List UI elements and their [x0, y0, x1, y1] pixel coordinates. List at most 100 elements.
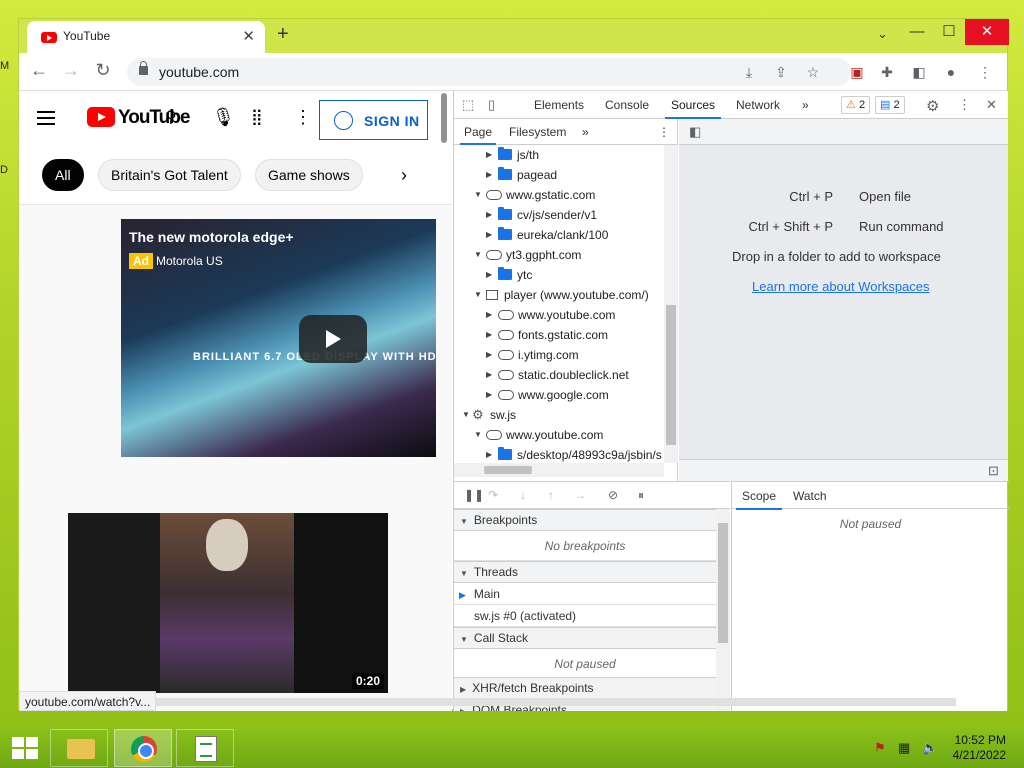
taskbar-file-explorer[interactable] [50, 729, 108, 767]
youtube-logo-icon[interactable] [87, 107, 115, 127]
chevron-right-icon[interactable]: › [401, 165, 407, 186]
minimize-button[interactable]: — [901, 19, 933, 45]
tree-item[interactable]: ▼ www.youtube.com [474, 425, 603, 445]
reload-icon[interactable]: ↻ [91, 60, 115, 81]
tree-item[interactable]: ▶ fonts.gstatic.com [486, 325, 608, 345]
collapsed-arrow-icon[interactable]: ▶ [486, 385, 496, 405]
step-icon[interactable]: → [574, 488, 586, 502]
system-clock[interactable]: 10:52 PM 4/21/2022 [953, 733, 1006, 763]
flag-icon[interactable]: ⚑ [874, 740, 886, 756]
tree-horizontal-scrollbar[interactable] [454, 463, 664, 477]
share-icon[interactable]: ⇪ [771, 62, 791, 82]
side-panel-icon[interactable]: ◧ [909, 62, 929, 82]
hamburger-menu-icon[interactable] [37, 111, 55, 113]
inspect-element-icon[interactable]: ⬚ [462, 97, 474, 113]
microphone-icon[interactable]: 🎙 [212, 107, 235, 128]
breakpoints-header[interactable]: ▼ Breakpoints [454, 509, 716, 531]
tree-item[interactable]: ▶ i.ytimg.com [486, 345, 579, 365]
chrome-menu-icon[interactable]: ⋮ [975, 62, 995, 82]
tree-item[interactable]: ▶ ytc [486, 265, 532, 285]
step-out-icon[interactable]: ↑ [548, 488, 554, 502]
tab-page[interactable]: Page [459, 125, 497, 145]
collapsed-arrow-icon[interactable]: ▶ [486, 265, 496, 285]
ad-video-thumbnail[interactable]: The new motorola edge+ Ad Motorola US BR… [121, 219, 436, 457]
tree-item[interactable]: ▶ www.youtube.com [486, 305, 615, 325]
maximize-button[interactable]: ☐ [933, 19, 965, 45]
tree-item[interactable]: ▶ js/th [486, 145, 539, 165]
chip-game-shows[interactable]: Game shows [255, 159, 363, 191]
close-devtools-icon[interactable]: ✕ [986, 97, 997, 113]
back-icon[interactable]: ← [27, 60, 51, 81]
close-window-button[interactable]: ✕ [965, 19, 1009, 45]
collapsed-arrow-icon[interactable]: ▶ [486, 325, 496, 345]
settings-more-icon[interactable]: ⋮ [294, 107, 312, 128]
video-thumbnail[interactable]: 0:20 [68, 513, 388, 693]
expanded-arrow-icon[interactable]: ▼ [474, 425, 484, 445]
tab-network[interactable]: Network [736, 98, 780, 112]
tree-item[interactable]: ▼ ⚙ sw.js [462, 405, 516, 425]
deactivate-breakpoints-icon[interactable]: ⊘ [608, 488, 618, 502]
threads-header[interactable]: ▼ Threads [454, 561, 716, 583]
toggle-navigator-icon[interactable]: ◧ [689, 124, 701, 140]
window-horizontal-scrollbar[interactable] [156, 698, 956, 706]
scrollbar-thumb[interactable] [718, 523, 728, 643]
tree-item[interactable]: ▼ www.gstatic.com [474, 185, 595, 205]
call-stack-header[interactable]: ▼ Call Stack [454, 627, 716, 649]
collapsed-arrow-icon[interactable]: ▶ [486, 205, 496, 225]
navigator-more-icon[interactable]: » [582, 125, 589, 139]
extension-icon[interactable]: ▣ [847, 62, 867, 82]
expanded-arrow-icon[interactable]: ▼ [474, 285, 484, 305]
tree-item[interactable]: ▼ player (www.youtube.com/) [474, 285, 649, 305]
settings-gear-icon[interactable]: ⚙ [926, 97, 939, 115]
expanded-arrow-icon[interactable]: ▼ [462, 405, 472, 425]
expanded-arrow-icon[interactable]: ▼ [474, 185, 484, 205]
collapsed-arrow-icon[interactable]: ▶ [486, 365, 496, 385]
youtube-logo-text[interactable]: YouTube [118, 107, 190, 129]
tab-search-icon[interactable]: ⌄ [877, 26, 888, 42]
scrollbar-thumb[interactable] [666, 305, 676, 445]
tree-item[interactable]: ▶ cv/js/sender/v1 [486, 205, 597, 225]
collapsed-arrow-icon[interactable]: ▶ [486, 225, 496, 245]
new-tab-button[interactable]: + [277, 23, 289, 46]
tab-console[interactable]: Console [605, 98, 649, 112]
tree-vertical-scrollbar[interactable] [664, 145, 678, 463]
tree-item[interactable]: ▶ static.doubleclick.net [486, 365, 629, 385]
tab-sources[interactable]: Sources [664, 98, 722, 119]
learn-more-workspaces-link[interactable]: Learn more about Workspaces [752, 279, 930, 294]
chip-all[interactable]: All [42, 159, 84, 191]
network-icon[interactable]: ▦ [898, 740, 910, 756]
step-into-icon[interactable]: ↓ [520, 488, 526, 502]
tab-youtube[interactable]: YouTube ✕ [27, 21, 265, 53]
thread-sw[interactable]: sw.js #0 (activated) [454, 605, 716, 627]
collapsed-arrow-icon[interactable]: ▶ [486, 165, 496, 185]
forward-icon[interactable]: → [59, 60, 83, 81]
windows-start-icon[interactable] [12, 737, 38, 759]
apps-grid-icon[interactable]: ⣿ [251, 107, 263, 127]
step-over-icon[interactable]: ↷ [488, 488, 498, 502]
xhr-breakpoints-header[interactable]: ▶ XHR/fetch Breakpoints [454, 677, 716, 699]
collapsed-arrow-icon[interactable]: ▶ [486, 305, 496, 325]
pause-on-exceptions-icon[interactable]: ⏸ [638, 488, 644, 503]
tree-item[interactable]: ▶ www.google.com [486, 385, 609, 405]
tab-scope[interactable]: Scope [735, 489, 783, 510]
sidebar-scrollbar[interactable] [716, 509, 730, 711]
chip-britains-got-talent[interactable]: Britain's Got Talent [98, 159, 241, 191]
navigator-menu-icon[interactable]: ⋮ [658, 125, 670, 139]
messages-badge[interactable]: ▤ 2 [875, 96, 905, 114]
tab-elements[interactable]: Elements [534, 98, 584, 112]
play-icon[interactable] [299, 315, 367, 363]
warnings-badge[interactable]: ⚠ 2 [841, 96, 871, 114]
tab-watch[interactable]: Watch [793, 489, 827, 503]
search-icon[interactable]: ⚲ [165, 107, 177, 127]
tree-item[interactable]: ▶ eureka/clank/100 [486, 225, 608, 245]
address-bar[interactable]: youtube.com ⤓ ⇪ ☆ [127, 58, 851, 86]
install-icon[interactable]: ⤓ [739, 62, 759, 82]
scrollbar-thumb[interactable] [484, 466, 532, 474]
bookmark-star-icon[interactable]: ☆ [803, 62, 823, 82]
sign-in-button[interactable]: SIGN IN [319, 100, 428, 140]
expanded-arrow-icon[interactable]: ▼ [474, 245, 484, 265]
collapsed-arrow-icon[interactable]: ▶ [486, 445, 496, 463]
tree-item[interactable]: ▶ pagead [486, 165, 557, 185]
volume-icon[interactable]: 🔈 [922, 740, 938, 756]
taskbar-notepad[interactable] [176, 729, 234, 767]
